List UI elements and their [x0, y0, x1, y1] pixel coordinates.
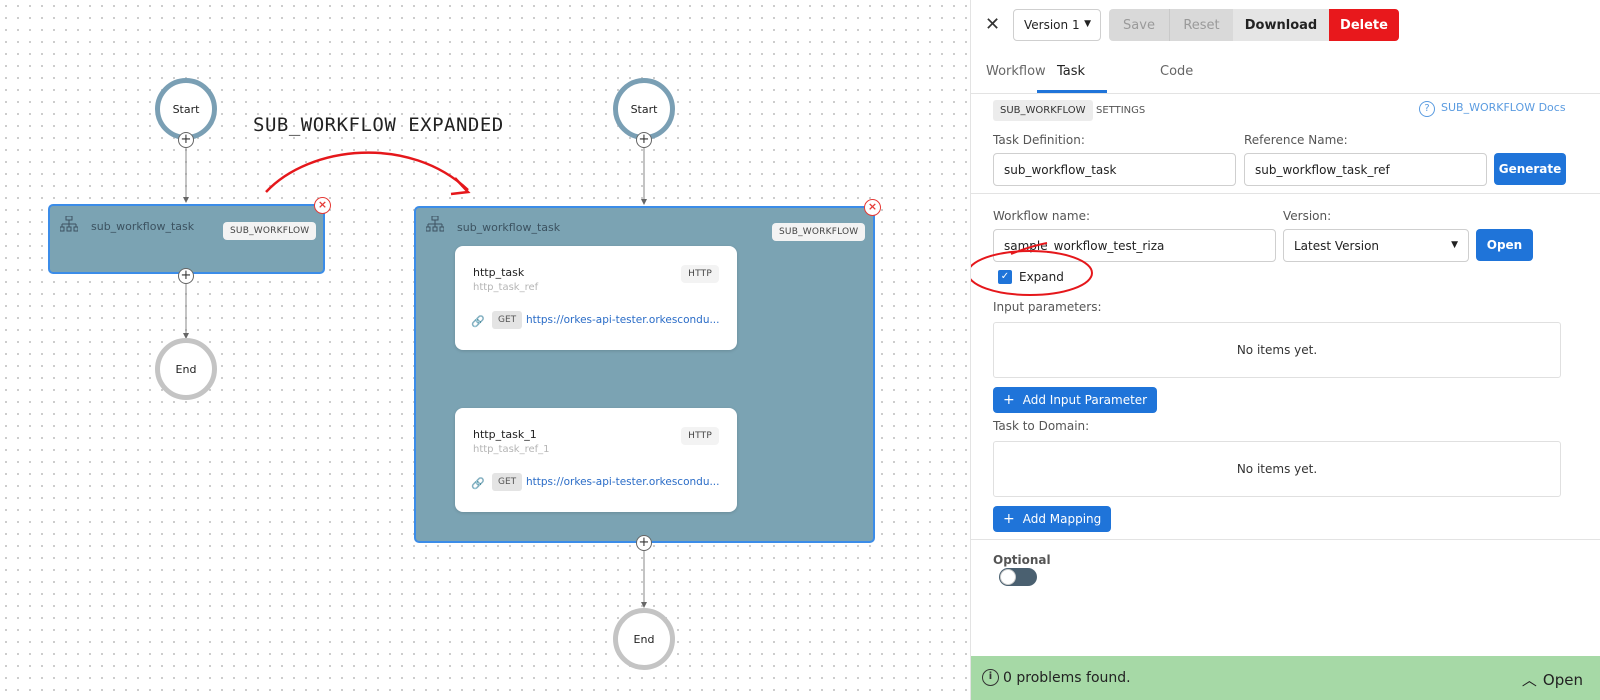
task-type-badge: HTTP — [681, 427, 719, 445]
add-input-parameter-label: Add Input Parameter — [1022, 393, 1148, 407]
empty-text: No items yet. — [1236, 462, 1318, 476]
input-parameters-label: Input parameters: — [993, 300, 1102, 314]
start-label: Start — [172, 102, 200, 116]
sub-workflow-node-collapsed[interactable]: sub_workflow_task SUB_WORKFLOW — [48, 204, 325, 274]
end-node[interactable]: End — [155, 338, 217, 400]
empty-text: No items yet. — [1236, 343, 1318, 357]
add-input-parameter-button[interactable]: + Add Input Parameter — [993, 387, 1158, 413]
remove-node-close-icon[interactable]: × — [314, 197, 331, 214]
hierarchy-icon — [426, 216, 444, 232]
annotation-title: SUB_WORKFLOW EXPANDED — [253, 114, 504, 136]
task-type-badge: SUB_WORKFLOW — [223, 222, 317, 240]
task-type-badge: HTTP — [681, 265, 719, 283]
task-settings-panel: ✕ Version 1 ▼ Save Reset Download Delete… — [970, 0, 1600, 700]
add-task-plus-icon[interactable]: + — [636, 132, 652, 148]
http-method-badge: GET — [492, 473, 523, 491]
plus-icon: + — [1003, 511, 1015, 527]
task-name: http_task — [473, 266, 525, 279]
optional-label: Optional — [993, 553, 1051, 567]
open-problems-button[interactable]: ︿ Open — [1522, 669, 1583, 690]
link-icon: 🔗 — [471, 315, 485, 328]
task-name: http_task_1 — [473, 428, 537, 441]
optional-toggle[interactable] — [999, 568, 1037, 586]
task-url[interactable]: https://orkes-api-tester.orkescondu... — [526, 314, 720, 326]
annotation-ellipse — [971, 250, 1093, 296]
plus-icon: + — [1003, 392, 1015, 408]
start-node[interactable]: Start — [613, 78, 675, 140]
toggle-knob — [1000, 569, 1016, 585]
task-url[interactable]: https://orkes-api-tester.orkescondu... — [526, 476, 720, 488]
add-mapping-button[interactable]: + Add Mapping — [993, 506, 1112, 532]
remove-node-close-icon[interactable]: × — [864, 199, 881, 216]
add-mapping-label: Add Mapping — [1022, 512, 1102, 526]
task-title: sub_workflow_task — [457, 221, 561, 234]
edge-arrowhead — [641, 199, 647, 205]
add-task-plus-icon[interactable]: + — [636, 535, 652, 551]
task-title: sub_workflow_task — [91, 220, 195, 233]
task-to-domain-label: Task to Domain: — [993, 419, 1090, 433]
http-task-card[interactable]: http_task http_task_ref HTTP 🔗 GET https… — [455, 246, 737, 350]
http-method-badge: GET — [492, 311, 523, 329]
chevron-up-icon: ︿ — [1521, 671, 1537, 689]
edge-arrowhead — [183, 197, 189, 203]
info-icon: i — [982, 669, 999, 686]
divider — [971, 539, 1600, 540]
end-node[interactable]: End — [613, 608, 675, 670]
annotation-arrow — [265, 151, 469, 193]
link-icon: 🔗 — [471, 477, 485, 490]
end-label: End — [633, 632, 655, 646]
start-node[interactable]: Start — [155, 78, 217, 140]
add-task-plus-icon[interactable]: + — [178, 268, 194, 284]
add-task-plus-icon[interactable]: + — [178, 132, 194, 148]
annotation-highlight — [971, 242, 1093, 296]
task-ref: http_task_ref_1 — [473, 444, 550, 455]
http-task-1-card[interactable]: http_task_1 http_task_ref_1 HTTP 🔗 GET h… — [455, 408, 737, 512]
status-text: 0 problems found. — [1003, 670, 1131, 686]
sub-workflow-node-expanded[interactable]: sub_workflow_task SUB_WORKFLOW http_task… — [414, 206, 875, 543]
task-to-domain-empty: No items yet. — [993, 441, 1561, 497]
hierarchy-icon — [60, 216, 78, 232]
task-ref: http_task_ref — [473, 282, 539, 293]
start-label: Start — [630, 102, 658, 116]
task-type-badge: SUB_WORKFLOW — [772, 223, 866, 241]
open-problems-label: Open — [1542, 671, 1583, 689]
input-parameters-empty: No items yet. — [993, 322, 1561, 378]
workflow-canvas[interactable]: SUB_WORKFLOW EXPANDED Start + sub_workfl… — [0, 0, 970, 700]
status-bar: i 0 problems found. ︿ Open — [971, 656, 1600, 700]
end-label: End — [175, 362, 197, 376]
